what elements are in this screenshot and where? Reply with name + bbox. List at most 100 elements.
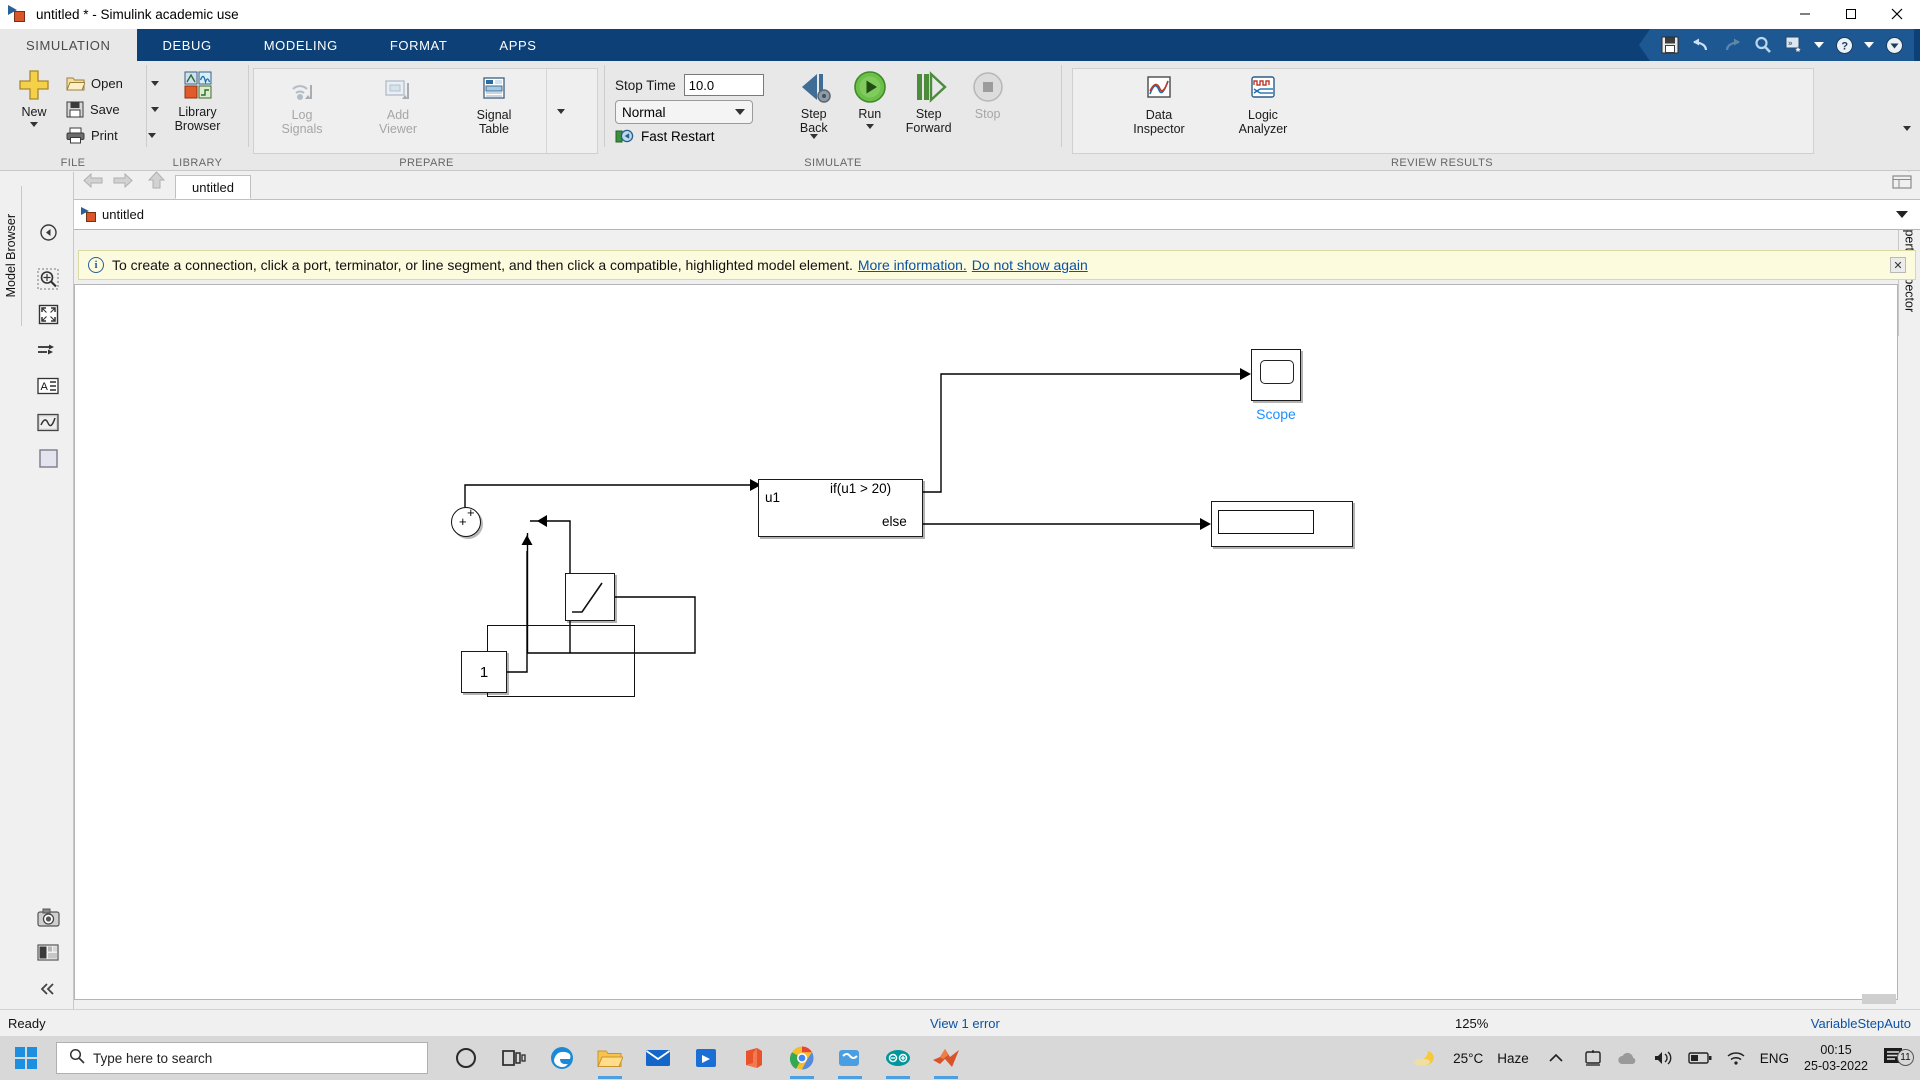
undo-icon[interactable] <box>1690 34 1712 56</box>
save-icon[interactable] <box>1659 34 1681 56</box>
add-viewer-button[interactable]: Add Viewer <box>350 69 446 136</box>
step-back-button[interactable]: Step Back <box>786 66 842 139</box>
simulation-mode-value: Normal <box>622 105 666 120</box>
run-caret-icon[interactable] <box>866 124 874 129</box>
back-arrow-icon[interactable] <box>82 172 104 194</box>
office-icon[interactable] <box>730 1036 778 1080</box>
arduino-icon[interactable] <box>874 1036 922 1080</box>
if-block-port-condition: if(u1 > 20) <box>830 481 891 496</box>
new-button[interactable]: New <box>6 66 62 127</box>
notification-icon[interactable]: 11 <box>1876 1045 1916 1072</box>
fit-to-view-icon[interactable] <box>34 300 62 328</box>
print-button-label: Print <box>91 128 118 143</box>
run-label: Run <box>858 107 881 121</box>
tab-format[interactable]: FORMAT <box>364 29 474 61</box>
run-button[interactable]: Run <box>842 66 898 129</box>
cortana-circle-icon[interactable] <box>442 1036 490 1080</box>
signal-table-button[interactable]: Signal Table <box>446 69 542 136</box>
signal-lines-icon[interactable] <box>34 336 62 364</box>
model-tab-untitled[interactable]: untitled <box>175 175 251 199</box>
chevron-down-icon <box>735 109 745 115</box>
area-box-icon[interactable] <box>34 444 62 472</box>
language-indicator[interactable]: ENG <box>1753 1036 1796 1080</box>
file-explorer-icon[interactable] <box>586 1036 634 1080</box>
close-icon[interactable]: ✕ <box>1890 257 1906 273</box>
tab-modeling[interactable]: MODELING <box>238 29 364 61</box>
status-error-link[interactable]: View 1 error <box>930 1016 1000 1031</box>
layout-icon[interactable] <box>1892 175 1920 199</box>
zoom-in-region-icon[interactable] <box>34 265 62 293</box>
new-caret-icon[interactable] <box>30 122 38 127</box>
shortcuts-icon[interactable]: » <box>1783 34 1805 56</box>
group-label-simulate: SIMULATE <box>605 154 1061 171</box>
simulation-mode-select[interactable]: Normal <box>615 100 753 124</box>
weather-condition[interactable]: Haze <box>1490 1036 1536 1080</box>
camera-screenshot-icon[interactable] <box>34 903 62 931</box>
tab-debug[interactable]: DEBUG <box>137 29 238 61</box>
annotation-text-icon[interactable]: A <box>34 372 62 400</box>
scope-viewer-icon[interactable] <box>34 408 62 436</box>
subsystem-box[interactable] <box>487 625 635 697</box>
close-button[interactable] <box>1874 0 1920 29</box>
fast-restart-toggle[interactable]: Fast Restart <box>615 128 764 145</box>
mail-icon[interactable] <box>634 1036 682 1080</box>
ribbon-expand-caret-icon[interactable] <box>1898 119 1916 137</box>
tab-apps[interactable]: APPS <box>473 29 562 61</box>
status-zoom-level[interactable]: 125% <box>1455 1016 1488 1031</box>
image-annotation-icon[interactable] <box>34 938 62 966</box>
prepare-more-caret-icon[interactable] <box>557 109 565 114</box>
minimize-ribbon-icon[interactable] <box>1883 34 1905 56</box>
redo-icon[interactable] <box>1721 34 1743 56</box>
navigate-back-icon[interactable] <box>34 218 62 246</box>
minimize-button[interactable] <box>1782 0 1828 29</box>
collapse-toolbar-icon[interactable] <box>34 975 62 1003</box>
maximize-button[interactable] <box>1828 0 1874 29</box>
forward-arrow-icon[interactable] <box>112 172 134 194</box>
data-inspector-button[interactable]: Data Inspector <box>1107 69 1211 136</box>
breadcrumb-model-name[interactable]: untitled <box>102 207 144 222</box>
google-chrome-icon[interactable] <box>778 1036 826 1080</box>
scope-block[interactable] <box>1251 349 1301 401</box>
model-browser-panel-tab[interactable]: Model Browser <box>0 186 22 326</box>
chevron-down-icon[interactable] <box>1896 211 1908 218</box>
clock[interactable]: 00:15 25-03-2022 <box>1796 1042 1876 1074</box>
canvas-scrollbar-horizontal[interactable] <box>1862 994 1896 1004</box>
model-tab-label: untitled <box>192 180 234 195</box>
weather-temperature[interactable]: 25°C <box>1446 1036 1490 1080</box>
wifi-icon[interactable] <box>1719 1036 1753 1080</box>
step-back-caret-icon[interactable] <box>810 134 818 139</box>
screencast-icon[interactable] <box>1576 1036 1610 1080</box>
do-not-show-again-link[interactable]: Do not show again <box>972 257 1088 273</box>
microsoft-store-icon[interactable] <box>682 1036 730 1080</box>
task-view-icon[interactable] <box>490 1036 538 1080</box>
more-information-link[interactable]: More information. <box>858 257 967 273</box>
volume-icon[interactable] <box>1646 1036 1681 1080</box>
step-forward-button[interactable]: Step Forward <box>898 66 960 135</box>
display-block[interactable] <box>1211 501 1353 547</box>
onedrive-cloud-icon[interactable] <box>1610 1036 1646 1080</box>
microsoft-edge-icon[interactable] <box>538 1036 586 1080</box>
constant-block[interactable]: 1 <box>461 651 507 693</box>
chevron-up-icon[interactable] <box>1536 1036 1576 1080</box>
search-icon[interactable] <box>1752 34 1774 56</box>
shortcuts-caret-icon[interactable] <box>1814 42 1824 48</box>
teams-icon[interactable] <box>826 1036 874 1080</box>
search-input[interactable]: Type here to search <box>56 1042 428 1074</box>
windows-start-icon[interactable] <box>0 1036 52 1080</box>
tab-simulation[interactable]: SIMULATION <box>0 29 137 61</box>
status-solver[interactable]: VariableStepAuto <box>1811 1016 1911 1031</box>
sum-block-sign-top: + <box>467 505 475 520</box>
matlab-icon[interactable] <box>922 1036 970 1080</box>
model-canvas[interactable]: u1 if(u1 > 20) else Scope + + 1 <box>74 284 1898 1000</box>
up-arrow-icon[interactable] <box>148 170 165 195</box>
stop-button[interactable]: Stop <box>960 66 1016 121</box>
saturation-block[interactable] <box>565 573 615 621</box>
moon-cloud-icon[interactable] <box>1406 1036 1446 1080</box>
library-browser-button[interactable]: Library Browser <box>167 66 229 133</box>
help-icon[interactable]: ? <box>1833 34 1855 56</box>
help-caret-icon[interactable] <box>1864 42 1874 48</box>
logic-analyzer-button[interactable]: Logic Analyzer <box>1211 69 1315 136</box>
stop-time-input[interactable] <box>684 74 764 96</box>
log-signals-button[interactable]: Log Signals <box>254 69 350 136</box>
battery-icon[interactable] <box>1681 1036 1719 1080</box>
